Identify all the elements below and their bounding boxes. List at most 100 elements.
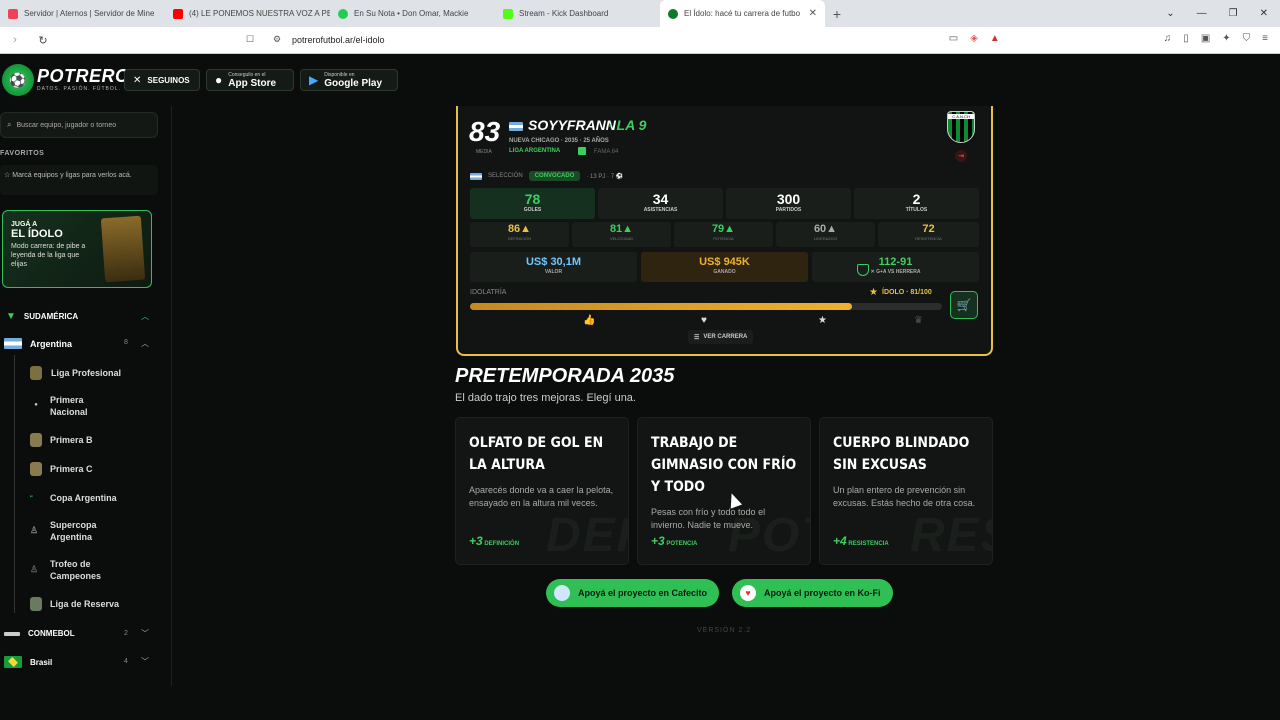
potrero-logo-icon[interactable]: ⚽ [2,64,34,96]
sidebar-league-item[interactable]: Liga Profesional [30,366,121,380]
brand-name[interactable]: POTRERO [37,66,130,87]
kick-icon [503,8,513,19]
search-input[interactable]: ⌕ Buscar equipo, jugador o torneo [0,112,158,138]
shop-cart-button[interactable]: 🛒 [950,291,978,319]
cafecito-icon [554,585,570,601]
google-play-button[interactable]: ▶ Disponible en Google Play [300,69,398,91]
promo-el-idolo[interactable]: JUGÁ A EL ÍDOLO Modo carrera: de pibe a … [2,210,152,288]
attr-definicion: 86▲ DEFINICIÓN [470,222,569,247]
chevron-up-icon[interactable]: ︿ [141,311,149,322]
address-bar: › ↻ ☐ ⚙ potrerofutbol.ar/el-idolo ▭ ◈ ▲ … [0,27,1280,54]
new-tab-button[interactable]: + [825,0,849,27]
argentina-flag-icon [470,172,482,180]
heart-icon: ♥ [701,315,707,326]
window-controls: ⌄ — ❐ ✕ [1166,0,1280,27]
restore-icon[interactable]: ❐ [1229,8,1238,19]
bonus-label: +3 DEFINICIÓN [469,534,520,548]
sidebar-icon[interactable]: ▯ [1183,33,1189,44]
sidebar-region-conmebol[interactable]: CONMEBOL [4,629,75,638]
rewards-icon[interactable]: ▲ [990,33,1000,44]
sidebar-league-item[interactable]: Liga de Reserva [30,597,119,611]
browser-tab[interactable]: Stream - Kick Dashboard [495,0,660,27]
league-badge-icon [578,147,586,155]
sidebar-region-sudamerica[interactable]: ▼ SUDAMÉRICA [6,311,78,322]
close-tab-icon[interactable]: ✕ [809,8,817,19]
cafecito-button[interactable]: Apoyá el proyecto en Cafecito [546,579,720,607]
idolatria-value: ÍDOLO · 81/100 [882,289,932,296]
idolatria-progress [470,303,942,310]
browser-tab[interactable]: (4) LE PONEMOS NUESTRA VOZ A PE [165,0,330,27]
follow-button[interactable]: ✕ SEGUINOS [124,69,200,91]
chevron-down-icon[interactable]: ﹀ [141,628,149,639]
tree-line [14,355,15,613]
trophy-icon: ♛ [914,315,923,326]
exit-icon[interactable]: ⇥ [955,150,967,162]
sidebar-league-item[interactable]: •· Copa Argentina [30,491,117,505]
browser-toolbar-icons: ▭ ◈ ▲ ♫ ▯ ▣ ✦ ⛉ ≡ [949,33,1268,44]
kofi-button[interactable]: ♥ Apoyá el proyecto en Ko-Fi [732,579,893,607]
leo-icon[interactable]: ✦ [1222,33,1230,44]
sidebar-league-item[interactable]: ● Primera Nacional [30,394,110,418]
rating-label: MEDIA [476,149,492,155]
league-badge-icon [30,366,42,380]
argentina-flag-icon [4,338,22,349]
option-card-gimnasio[interactable]: POT TRABAJO DE GIMNASIO CON FRÍO Y TODO … [637,417,811,565]
money-valor: US$ 30,1M VALOR [470,252,637,282]
stat-asistencias: 34 ASISTENCIAS [598,188,723,219]
site-settings-icon[interactable]: ⚙ [273,34,281,45]
sidebar-country-brasil[interactable]: Brasil [4,656,52,668]
attr-liderazgo: 60▲ LIDERAZGO [776,222,875,247]
country-count: 8 [124,339,128,346]
stat-partidos: 300 PARTIDOS [726,188,851,219]
tab-list-icon[interactable]: ⌄ [1166,8,1174,19]
browser-tab-active[interactable]: El Ídolo: hacé tu carrera de futbo ✕ [660,0,825,27]
wallet-icon[interactable]: ▣ [1201,33,1210,44]
sidebar-league-item[interactable]: Primera B [30,433,93,447]
minimize-icon[interactable]: — [1197,8,1207,19]
option-card-blindado[interactable]: RES CUERPO BLINDADO SIN EXCUSAS Un plan … [819,417,993,565]
star-icon: ★ [869,287,878,298]
vpn-icon[interactable]: ⛉ [1243,33,1251,44]
brave-shield-icon[interactable]: ◈ [970,33,978,44]
sidebar-country-argentina[interactable]: Argentina [4,338,72,349]
browser-tab[interactable]: Servidor | Aternos | Servidor de Mine [0,0,165,27]
star-icon: ☆ [4,172,11,179]
url-field[interactable]: potrerofutbol.ar/el-idolo [292,35,385,45]
cup-dot-icon: •· [30,494,34,500]
league-badge-icon [30,597,42,611]
potrero-favicon-icon [668,8,678,19]
conmebol-count: 2 [124,630,128,637]
reload-icon[interactable]: ↻ [34,34,52,47]
player-rating: 83 [469,116,501,147]
tab-favicon-icon [338,8,348,19]
player-name: SOYYFRANN [528,117,616,133]
media-icon[interactable]: ♫ [1164,33,1172,44]
stat-titulos: 2 TÍTULOS [854,188,979,219]
forward-icon[interactable]: › [6,34,24,46]
watermark: RES [910,509,992,562]
trophy-icon: ♙ [30,564,39,574]
argentina-flag-icon [509,122,523,131]
thumbs-up-icon: 👍 [583,315,596,326]
attr-resistencia: 72 RESISTENCIA [878,222,979,247]
trophy-icon: ♙ [30,525,39,535]
sidebar-league-item[interactable]: Primera C [30,462,93,476]
player-position: · LA 9 [608,117,647,133]
money-ganado: US$ 945K GANADO [641,252,808,282]
browser-tab-bar: Servidor | Aternos | Servidor de Mine (4… [0,0,1280,27]
close-window-icon[interactable]: ✕ [1260,8,1268,19]
browser-tab[interactable]: En Su Nota • Don Omar, Mackie [330,0,495,27]
sidebar-league-item[interactable]: ♙ Supercopa Argentina [30,519,120,543]
screen-icon[interactable]: ▭ [949,33,958,44]
bookmark-icon[interactable]: ☐ [246,34,254,45]
apple-icon: ● [215,73,223,87]
option-card-olfato[interactable]: DEF OLFATO DE GOL EN LA ALTURA Aparecés … [455,417,629,565]
chevron-up-icon[interactable]: ︿ [141,338,149,349]
sidebar-league-item[interactable]: ♙ Trofeo de Campeones [30,558,120,582]
menu-icon[interactable]: ≡ [1262,33,1268,44]
map-pin-icon: ▼ [6,311,16,322]
player-fama: FAMA 84 [594,149,619,155]
app-store-button[interactable]: ● Conseguilo en el App Store [206,69,294,91]
chevron-down-icon[interactable]: ﹀ [141,656,149,667]
ver-carrera-button[interactable]: ☰ VER CARRERA [688,330,754,344]
